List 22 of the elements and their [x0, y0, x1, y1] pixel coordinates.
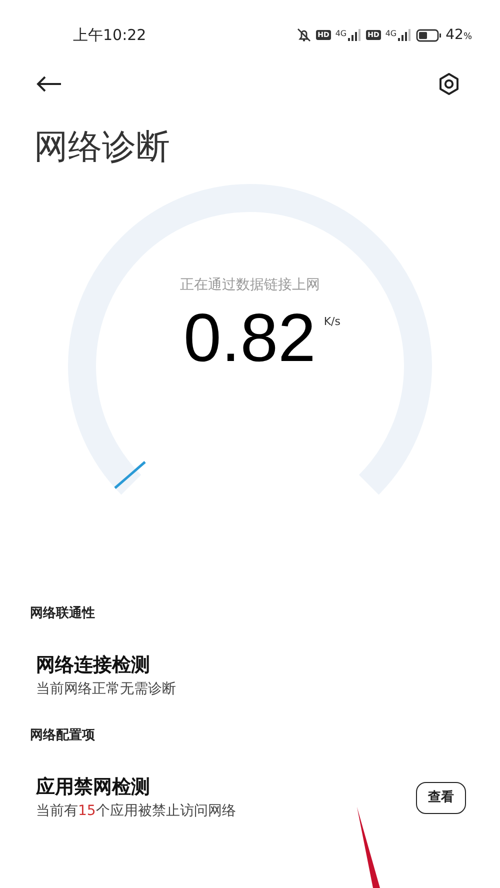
battery-percent: 42 — [446, 26, 464, 44]
page-title: 网络诊断 — [34, 127, 170, 167]
item-subtitle: 当前有15个应用被禁止访问网络 — [36, 802, 236, 821]
speed-unit: K/s — [324, 314, 340, 330]
battery-unit: % — [463, 30, 472, 44]
item-subtitle: 当前网络正常无需诊断 — [36, 680, 176, 699]
signal-icon — [348, 29, 362, 41]
battery-icon — [416, 28, 442, 42]
speed-value: 0.82 — [183, 300, 316, 376]
network-type-label: 4G — [385, 29, 397, 38]
section-header: 网络配置项 — [30, 728, 95, 743]
status-time: 上午10:22 — [73, 24, 146, 46]
silent-bell-icon — [296, 27, 312, 43]
settings-icon[interactable] — [438, 72, 460, 96]
connection-caption: 正在通过数据链接上网 — [180, 276, 320, 295]
section-header: 网络联通性 — [30, 606, 95, 621]
signal-icon — [398, 29, 412, 41]
view-button[interactable]: 查看 — [416, 782, 466, 814]
item-title: 网络连接检测 — [36, 653, 151, 678]
network-type-label: 4G — [335, 29, 347, 38]
item-title: 应用禁网检测 — [36, 775, 151, 800]
back-arrow-icon[interactable] — [36, 76, 62, 92]
